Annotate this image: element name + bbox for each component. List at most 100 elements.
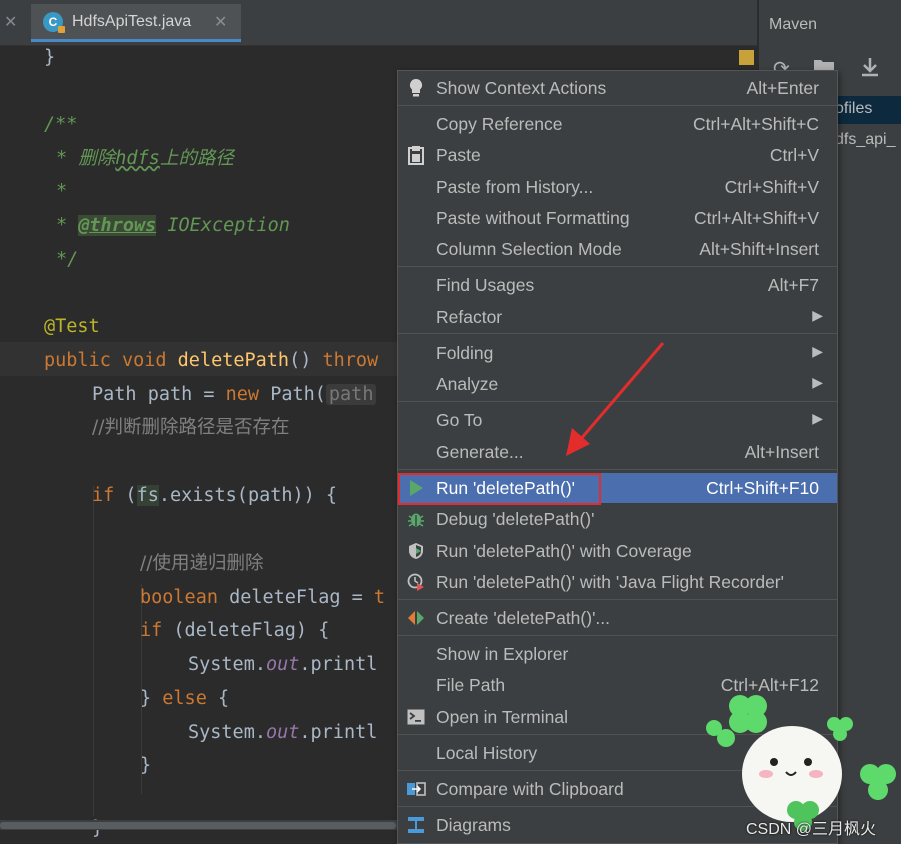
- code-line: boolean deleteFlag = t: [140, 587, 386, 608]
- menu-item-label: Compare with Clipboard: [436, 779, 624, 799]
- menu-item-run-with-coverage[interactable]: Run 'deletePath()' with Coverage: [398, 536, 837, 566]
- code-line: */: [56, 249, 79, 270]
- menu-item-shortcut: Alt+Enter: [746, 78, 819, 98]
- tab-hdfsapitest[interactable]: C HdfsApiTest.java ✕: [31, 4, 241, 42]
- menu-item-copy-reference[interactable]: Copy Reference Ctrl+Alt+Shift+C: [398, 109, 837, 139]
- menu-item-find-usages[interactable]: Find Usages Alt+F7: [398, 270, 837, 300]
- menu-item-label: Run 'deletePath()' with 'Java Flight Rec…: [436, 572, 784, 592]
- parameter-hint: path: [325, 384, 377, 405]
- menu-item-label: Go To: [436, 410, 483, 430]
- menu-item-debug[interactable]: Debug 'deletePath()': [398, 504, 837, 534]
- menu-item-label: Refactor: [436, 307, 503, 327]
- coverage-icon: [406, 541, 426, 561]
- indent-guide: [93, 486, 94, 816]
- menu-item-label: Local History: [436, 743, 538, 763]
- menu-item-label: Analyze: [436, 374, 499, 394]
- menu-item-refactor[interactable]: Refactor ▶: [398, 302, 837, 332]
- menu-separator: [398, 469, 837, 470]
- code-line: public void deletePath() throw: [44, 350, 379, 371]
- menu-item-paste[interactable]: Paste Ctrl+V: [398, 140, 837, 170]
- menu-item-create-config[interactable]: Create 'deletePath()'...: [398, 603, 837, 633]
- menu-item-label: Debug 'deletePath()': [436, 509, 595, 529]
- code-line: //使用递归删除: [140, 553, 264, 574]
- warning-marker[interactable]: [739, 50, 754, 65]
- code-line: if (fs.exists(path)) {: [92, 485, 338, 506]
- clipboard-icon: [406, 145, 426, 165]
- menu-item-label: Paste: [436, 145, 481, 165]
- menu-item-show-in-explorer[interactable]: Show in Explorer: [398, 639, 837, 669]
- menu-separator: [398, 266, 837, 267]
- menu-item-folding[interactable]: Folding ▶: [398, 338, 837, 368]
- menu-item-label: Folding: [436, 343, 494, 363]
- menu-item-label: Paste without Formatting: [436, 208, 630, 228]
- menu-separator: [398, 333, 837, 334]
- menu-item-shortcut: Ctrl+Shift+V: [724, 177, 819, 197]
- highlight-box: [398, 473, 601, 505]
- lightbulb-icon: [406, 78, 426, 98]
- menu-item-label: Column Selection Mode: [436, 239, 622, 259]
- menu-separator: [398, 599, 837, 600]
- menu-item-generate[interactable]: Generate... Alt+Insert: [398, 437, 837, 467]
- menu-item-column-selection-mode[interactable]: Column Selection Mode Alt+Shift+Insert: [398, 234, 837, 264]
- flight-recorder-icon: [406, 572, 426, 592]
- code-line: } else {: [140, 688, 230, 709]
- code-line: }: [140, 755, 152, 776]
- code-line: //判断删除路径是否存在: [92, 417, 290, 438]
- code-line: @Test: [44, 316, 100, 337]
- menu-item-label: Show Context Actions: [436, 78, 607, 98]
- code-line: }: [44, 47, 56, 68]
- debug-icon: [406, 509, 426, 529]
- code-line: * @throws IOException: [56, 215, 290, 236]
- menu-separator: [398, 401, 837, 402]
- menu-item-label: Paste from History...: [436, 177, 594, 197]
- submenu-arrow-icon: ▶: [812, 343, 823, 359]
- menu-item-label: Create 'deletePath()'...: [436, 608, 610, 628]
- menu-item-go-to[interactable]: Go To ▶: [398, 405, 837, 435]
- download-icon[interactable]: [859, 56, 881, 83]
- code-line: System.out.printl: [188, 654, 378, 675]
- menu-item-shortcut: Ctrl+Alt+Shift+V: [694, 208, 819, 228]
- code-line: Path path = new Path(path: [92, 382, 377, 408]
- editor-tab-bar: ✕ C HdfsApiTest.java ✕: [0, 0, 757, 46]
- tab-close-icon[interactable]: ✕: [214, 12, 227, 31]
- menu-item-shortcut: Alt+Shift+Insert: [699, 239, 819, 259]
- close-icon[interactable]: ✕: [4, 12, 17, 31]
- menu-item-label: Diagrams: [436, 815, 511, 835]
- code-line: System.out.printl: [188, 722, 378, 743]
- scrollbar-thumb[interactable]: [0, 822, 396, 829]
- menu-item-shortcut: Ctrl+Alt+Shift+C: [693, 114, 819, 134]
- submenu-arrow-icon: ▶: [812, 374, 823, 390]
- code-line: if (deleteFlag) {: [140, 620, 330, 641]
- terminal-icon: [406, 707, 426, 727]
- submenu-arrow-icon: ▶: [812, 410, 823, 426]
- menu-separator: [398, 635, 837, 636]
- menu-item-label: Open in Terminal: [436, 707, 568, 727]
- menu-item-shortcut: Ctrl+V: [769, 145, 819, 165]
- create-config-icon: [406, 608, 426, 628]
- java-class-icon: C: [43, 12, 65, 33]
- menu-item-paste-without-formatting[interactable]: Paste without Formatting Ctrl+Alt+Shift+…: [398, 203, 837, 233]
- menu-item-label: File Path: [436, 675, 506, 695]
- menu-item-analyze[interactable]: Analyze ▶: [398, 369, 837, 399]
- compare-icon: [406, 779, 426, 799]
- code-line: /**: [44, 114, 78, 135]
- menu-item-shortcut: Alt+F7: [767, 275, 819, 295]
- menu-item-label: Find Usages: [436, 275, 535, 295]
- maven-title: Maven: [769, 16, 818, 33]
- diagram-icon: [406, 815, 426, 835]
- code-line: * 删除hdfs上的路径: [56, 148, 234, 169]
- menu-item-shortcut: Ctrl+Shift+F10: [706, 478, 819, 498]
- menu-item-run-with-jfr[interactable]: Run 'deletePath()' with 'Java Flight Rec…: [398, 567, 837, 597]
- tab-label: HdfsApiTest.java: [72, 13, 192, 30]
- menu-item-label: Generate...: [436, 442, 524, 462]
- menu-item-show-context-actions[interactable]: Show Context Actions Alt+Enter: [398, 73, 837, 103]
- menu-item-label: Copy Reference: [436, 114, 563, 134]
- maven-profiles-label: ofiles: [835, 100, 873, 117]
- menu-item-label: Show in Explorer: [436, 644, 569, 664]
- code-line: *: [56, 181, 68, 202]
- menu-item-label: Run 'deletePath()' with Coverage: [436, 541, 692, 561]
- submenu-arrow-icon: ▶: [812, 307, 823, 323]
- menu-item-shortcut: Alt+Insert: [744, 442, 819, 462]
- menu-separator: [398, 105, 837, 106]
- menu-item-paste-from-history[interactable]: Paste from History... Ctrl+Shift+V: [398, 172, 837, 202]
